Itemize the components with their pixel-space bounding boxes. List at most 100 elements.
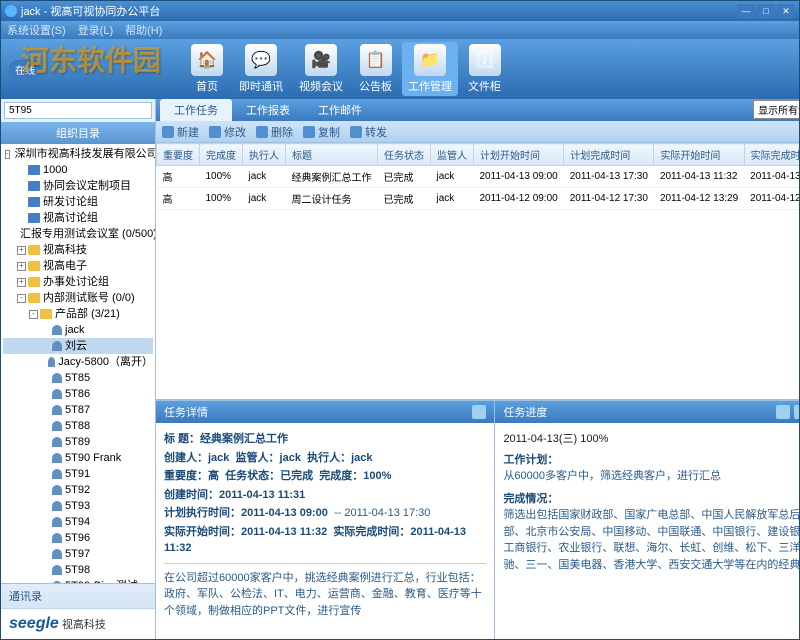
toolbar-公告板[interactable]: 📋公告板 [353,42,398,96]
tree-node[interactable]: 5T88 [3,418,153,434]
folder-icon [28,261,40,271]
expand-icon[interactable]: + [17,262,26,271]
tree-node[interactable]: 5T93 [3,498,153,514]
action-删除[interactable]: 删除 [256,124,293,140]
tree-node[interactable]: 视高讨论组 [3,210,153,226]
online-status[interactable]: 在线 [9,60,41,79]
action-icon [162,126,174,138]
col-header[interactable]: 实际开始时间 [654,144,744,166]
col-header[interactable]: 计划开始时间 [474,144,564,166]
user-icon [52,405,62,415]
contacts-tab[interactable]: 通讯录 [1,584,155,609]
tree-label: 视高科技 [43,243,87,257]
progress-date: 2011-04-13(三) 100% [503,431,799,448]
titlebar: jack - 视高可视协同办公平台 — □ ✕ [1,1,799,21]
action-修改[interactable]: 修改 [209,124,246,140]
minimize-button[interactable]: — [737,4,755,18]
col-header[interactable]: 监管人 [431,144,474,166]
tree-node[interactable]: jack [3,322,153,338]
toolbar-首页[interactable]: 🏠首页 [185,42,229,96]
menu-item[interactable]: 系统设置(S) [7,22,66,38]
tree-node[interactable]: 5T85 [3,370,153,386]
tree-node[interactable]: -内部测试账号 (0/0) [3,290,153,306]
tree-node[interactable]: 5T90 Frank [3,450,153,466]
toolbar-文件柜[interactable]: 🗄文件柜 [462,42,507,96]
tree-node[interactable]: 研发讨论组 [3,194,153,210]
search-input[interactable] [4,102,152,119]
tree-label: 深圳市视高科技发展有限公司 (0/1) [15,147,155,161]
col-header[interactable]: 执行人 [243,144,286,166]
progress-title: 任务进度 [503,404,547,420]
toolbar-即时通讯[interactable]: 💬即时通讯 [233,42,289,96]
maximize-button[interactable]: □ [757,4,775,18]
toolbar-icon: 📋 [360,44,392,76]
action-复制[interactable]: 复制 [303,124,340,140]
user-icon [52,453,62,463]
tree-node[interactable]: 5T94 [3,514,153,530]
tree-node[interactable]: 5T92 [3,482,153,498]
toolbar-工作管理[interactable]: 📁工作管理 [402,42,458,96]
expand-icon[interactable]: - [5,150,10,159]
progress-edit-icon[interactable] [794,405,799,419]
tree-node[interactable]: -深圳市视高科技发展有限公司 (0/1) [3,146,153,162]
progress-add-icon[interactable] [776,405,790,419]
sidebar: 组织目录 -深圳市视高科技发展有限公司 (0/1)1000协同会议定制项目研发讨… [1,99,156,639]
done-text: 筛选出包括国家财政部、国家广电总部、中国人民解放军总后卫生部、北京市公安局、中国… [503,507,799,573]
tree-node[interactable]: 协同会议定制项目 [3,178,153,194]
tree-node[interactable]: 刘云 [3,338,153,354]
action-转发[interactable]: 转发 [350,124,387,140]
tab-工作报表[interactable]: 工作报表 [232,99,304,121]
tree-node[interactable]: 1000 [3,162,153,178]
col-header[interactable]: 重要度 [157,144,200,166]
tree-label: 汇报专用测试会议室 (0/500) [20,227,155,241]
col-header[interactable]: 标题 [286,144,378,166]
tree-node[interactable]: 5T91 [3,466,153,482]
window-title: jack - 视高可视协同办公平台 [21,3,160,19]
menu-item[interactable]: 登录(L) [78,22,113,38]
tree-node[interactable]: 5T96 [3,530,153,546]
tree-node[interactable]: +办事处讨论组 [3,274,153,290]
tree-label: 5T86 [65,387,90,401]
table-row[interactable]: 高100%jack经典案例汇总工作已完成jack2011-04-13 09:00… [157,166,800,188]
tree-label: 研发讨论组 [43,195,98,209]
tree-node[interactable]: + 视高科技 [3,242,153,258]
toolbar-icon: 🗄 [469,44,501,76]
task-grid[interactable]: 重要度完成度执行人标题任务状态监管人计划开始时间计划完成时间实际开始时间实际完成… [156,143,799,399]
tree-node[interactable]: 5T86 [3,386,153,402]
col-header[interactable]: 任务状态 [378,144,431,166]
toolbar-icon: 💬 [245,44,277,76]
col-header[interactable]: 完成度 [200,144,243,166]
tab-工作任务[interactable]: 工作任务 [160,99,232,121]
sidebar-header: 组织目录 [1,122,155,144]
tree-node[interactable]: 5T97 [3,546,153,562]
tree-node[interactable]: +视高电子 [3,258,153,274]
main-toolbar: 河东软件园 在线 🏠首页💬即时通讯🎥视频会议📋公告板📁工作管理🗄文件柜 [1,39,799,99]
tree-node[interactable]: -产品部 (3/21) [3,306,153,322]
expand-icon[interactable]: - [17,294,26,303]
table-row[interactable]: 高100%jack周二设计任务已完成jack2011-04-12 09:0020… [157,188,800,210]
tree-node[interactable]: 5T89 [3,434,153,450]
tree-label: 5T93 [65,499,90,513]
user-icon [52,549,62,559]
tree-node[interactable]: Jacy-5800（离开） [3,354,153,370]
folder-icon [40,309,52,319]
expand-icon[interactable]: - [29,310,38,319]
col-header[interactable]: 计划完成时间 [564,144,654,166]
menu-item[interactable]: 帮助(H) [125,22,162,38]
detail-body: 在公司超过60000家客户中，挑选经典案例进行汇总，行业包括：政府、军队、公检法… [164,570,486,620]
tab-工作邮件[interactable]: 工作邮件 [304,99,376,121]
toolbar-视频会议[interactable]: 🎥视频会议 [293,42,349,96]
tree-node[interactable]: 5T98 [3,562,153,578]
user-icon [48,357,55,367]
expand-icon[interactable]: + [17,278,26,287]
tree-node[interactable]: 5T87 [3,402,153,418]
view-selector[interactable]: 显示所有记录 ▾ [753,100,799,119]
detail-tool-icon[interactable] [472,405,486,419]
close-button[interactable]: ✕ [777,4,795,18]
org-tree[interactable]: -深圳市视高科技发展有限公司 (0/1)1000协同会议定制项目研发讨论组视高讨… [1,144,155,583]
tree-node[interactable]: 汇报专用测试会议室 (0/500) [3,226,153,242]
action-新建[interactable]: 新建 [162,124,199,140]
col-header[interactable]: 实际完成时间 [744,144,799,166]
expand-icon[interactable]: + [17,246,26,255]
tree-label: 5T96 [65,531,90,545]
